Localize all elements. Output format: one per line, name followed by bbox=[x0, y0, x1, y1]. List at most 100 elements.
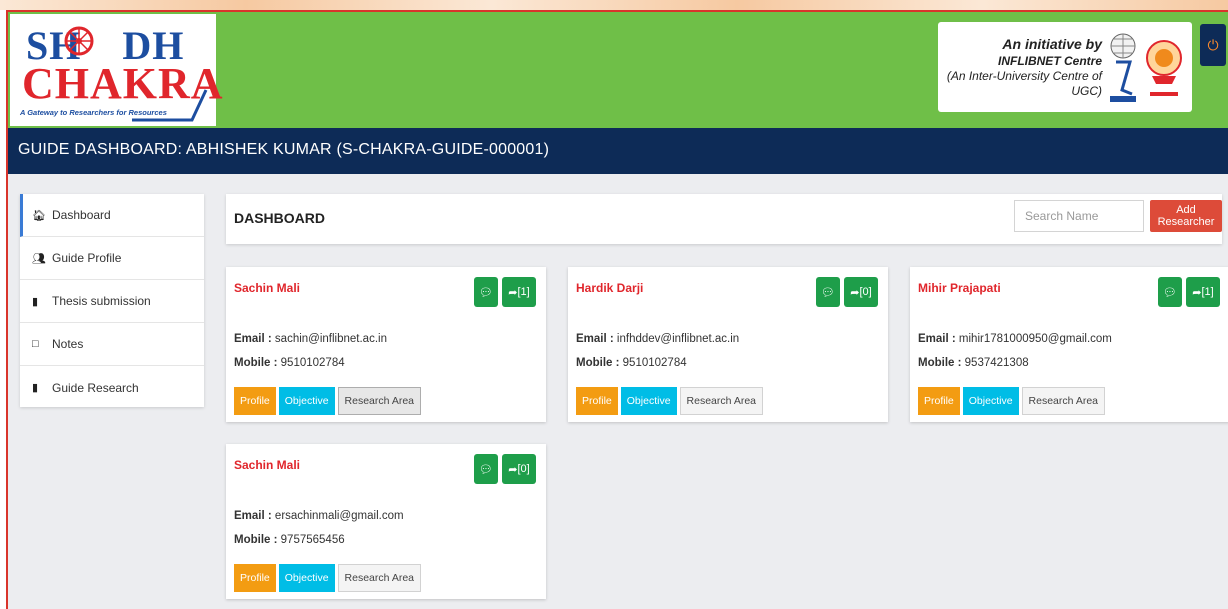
logo-swoosh-icon bbox=[132, 89, 208, 122]
email-value: sachin@inflibnet.ac.in bbox=[274, 333, 387, 345]
profile-button[interactable]: Profile bbox=[576, 387, 618, 415]
search-name-input[interactable] bbox=[1014, 200, 1144, 232]
initiative-line-2: INFLIBNET Centre bbox=[997, 53, 1102, 68]
initiative-line-1: An initiative by bbox=[1002, 36, 1102, 52]
power-icon: ⏻ bbox=[1207, 36, 1219, 53]
researcher-card: Hardik Darji 💬︎ ➦ [0] Email : infhddev@in… bbox=[568, 267, 888, 422]
share-count: [1] bbox=[1201, 286, 1214, 298]
dashboard-heading: DASHBOARD bbox=[234, 210, 325, 226]
mobile-value: 9510102784 bbox=[280, 357, 345, 369]
researcher-card: Mihir Prajapati 💬︎ ➦ [1] Email : mihir178… bbox=[910, 267, 1228, 422]
researcher-card: Sachin Mali 💬︎ ➦ [1] Email : sachin@infli… bbox=[226, 267, 546, 422]
ugc-logo-icon bbox=[1146, 40, 1182, 96]
research-area-button[interactable]: Research Area bbox=[337, 564, 422, 592]
sidebar-item-label: Guide Research bbox=[52, 380, 139, 395]
card-actions: Profile Objective Research Area bbox=[918, 387, 1106, 415]
mobile-value: 9510102784 bbox=[622, 357, 687, 369]
mobile-line: Mobile : 9510102784 bbox=[234, 357, 345, 369]
share-icon: ➦ bbox=[508, 286, 518, 299]
chat-button[interactable]: 💬︎ bbox=[816, 277, 840, 307]
profile-button[interactable]: Profile bbox=[234, 564, 276, 592]
inflibnet-logo-icon bbox=[1110, 33, 1136, 102]
share-button[interactable]: ➦ [0] bbox=[844, 277, 878, 307]
shodhchakra-logo[interactable]: SH DH CHAKRA A Gateway to Researchers fo… bbox=[10, 14, 223, 126]
email-label: Email : bbox=[234, 333, 272, 345]
share-icon: ➦ bbox=[1192, 286, 1202, 299]
chat-icon: 💬︎ bbox=[1163, 286, 1177, 299]
chat-button[interactable]: 💬︎ bbox=[474, 277, 498, 307]
objective-button[interactable]: Objective bbox=[962, 387, 1019, 415]
share-button[interactable]: ➦ [0] bbox=[502, 454, 536, 484]
share-button[interactable]: ➦ [1] bbox=[1186, 277, 1220, 307]
add-researcher-button[interactable]: Add Researcher bbox=[1150, 200, 1222, 232]
researcher-name[interactable]: Sachin Mali bbox=[234, 281, 300, 295]
page-frame: SH DH CHAKRA A Gateway to Researchers fo… bbox=[6, 10, 1228, 609]
chat-icon: 💬︎ bbox=[479, 286, 493, 299]
research-area-button[interactable]: Research Area bbox=[1021, 387, 1106, 415]
initiative-line-3: (An Inter-University Centre of UGC) bbox=[946, 68, 1102, 98]
email-line: Email : mihir1781000950@gmail.com bbox=[918, 333, 1112, 345]
site-header: SH DH CHAKRA A Gateway to Researchers fo… bbox=[8, 12, 1228, 128]
dashboard-title-bar: GUIDE DASHBOARD: ABHISHEK KUMAR (S-CHAKR… bbox=[8, 128, 1228, 174]
email-value: infhddev@inflibnet.ac.in bbox=[616, 333, 740, 345]
book-icon: ▮ bbox=[32, 295, 39, 308]
sidebar-nav: 🏠︎ Dashboard 👥︎ Guide Profile ▮ Thesis s… bbox=[20, 194, 204, 407]
share-icon: ➦ bbox=[850, 286, 860, 299]
book-icon: ▮ bbox=[32, 382, 39, 394]
sidebar-item-label: Dashboard bbox=[52, 208, 111, 222]
mobile-label: Mobile : bbox=[234, 357, 278, 369]
email-value: mihir1781000950@gmail.com bbox=[958, 333, 1112, 345]
share-count: [0] bbox=[859, 286, 872, 298]
share-count: [1] bbox=[517, 286, 530, 298]
chakra-wheel-icon bbox=[64, 26, 94, 56]
email-label: Email : bbox=[234, 510, 272, 522]
mobile-value: 9537421308 bbox=[964, 357, 1029, 369]
mobile-line: Mobile : 9537421308 bbox=[918, 357, 1029, 369]
mobile-value: 9757565456 bbox=[280, 534, 345, 546]
mobile-label: Mobile : bbox=[576, 357, 620, 369]
email-label: Email : bbox=[576, 333, 614, 345]
researcher-name[interactable]: Hardik Darji bbox=[576, 281, 643, 295]
card-actions: Profile Objective Research Area bbox=[234, 564, 422, 592]
email-line: Email : ersachinmali@gmail.com bbox=[234, 510, 404, 522]
card-actions: Profile Objective Research Area bbox=[576, 387, 764, 415]
home-icon: 🏠︎ bbox=[32, 209, 46, 222]
objective-button[interactable]: Objective bbox=[620, 387, 677, 415]
initiative-text: An initiative by INFLIBNET Centre (An In… bbox=[938, 36, 1102, 99]
mobile-line: Mobile : 9510102784 bbox=[576, 357, 687, 369]
researcher-name[interactable]: Sachin Mali bbox=[234, 458, 300, 472]
inflibnet-initiative-panel: An initiative by INFLIBNET Centre (An In… bbox=[938, 22, 1192, 112]
objective-button[interactable]: Objective bbox=[278, 564, 335, 592]
logout-power-button[interactable]: ⏻ bbox=[1200, 24, 1226, 66]
profile-button[interactable]: Profile bbox=[918, 387, 960, 415]
mobile-label: Mobile : bbox=[234, 534, 278, 546]
chat-icon: 💬︎ bbox=[479, 463, 493, 476]
chat-button[interactable]: 💬︎ bbox=[1158, 277, 1182, 307]
note-icon: □ bbox=[32, 338, 39, 350]
sidebar-item-guide-profile[interactable]: 👥︎ Guide Profile bbox=[20, 237, 204, 280]
research-area-button[interactable]: Research Area bbox=[337, 387, 422, 415]
dashboard-header-panel: DASHBOARD Add Researcher bbox=[226, 194, 1222, 244]
email-line: Email : infhddev@inflibnet.ac.in bbox=[576, 333, 739, 345]
sidebar-item-notes[interactable]: □ Notes bbox=[20, 323, 204, 366]
email-line: Email : sachin@inflibnet.ac.in bbox=[234, 333, 387, 345]
researcher-card: Sachin Mali 💬︎ ➦ [0] Email : ersachinmali… bbox=[226, 444, 546, 599]
sidebar-item-dashboard[interactable]: 🏠︎ Dashboard bbox=[20, 194, 204, 237]
share-button[interactable]: ➦ [1] bbox=[502, 277, 536, 307]
sidebar-item-label: Thesis submission bbox=[52, 294, 151, 308]
chat-button[interactable]: 💬︎ bbox=[474, 454, 498, 484]
email-value: ersachinmali@gmail.com bbox=[274, 510, 404, 522]
research-area-button[interactable]: Research Area bbox=[679, 387, 764, 415]
decorative-top-strip bbox=[0, 0, 1228, 10]
sidebar-item-label: Guide Profile bbox=[52, 251, 122, 265]
mobile-label: Mobile : bbox=[918, 357, 962, 369]
researcher-name[interactable]: Mihir Prajapati bbox=[918, 281, 1001, 295]
sidebar-item-label: Notes bbox=[52, 337, 84, 351]
profile-button[interactable]: Profile bbox=[234, 387, 276, 415]
logo-tagline: A Gateway to Researchers for Resources bbox=[20, 108, 167, 117]
email-label: Email : bbox=[918, 333, 956, 345]
objective-button[interactable]: Objective bbox=[278, 387, 335, 415]
sidebar-item-thesis-submission[interactable]: ▮ Thesis submission bbox=[20, 280, 204, 323]
sidebar-item-guide-research[interactable]: ▮ Guide Research bbox=[20, 366, 204, 409]
share-icon: ➦ bbox=[508, 463, 518, 476]
